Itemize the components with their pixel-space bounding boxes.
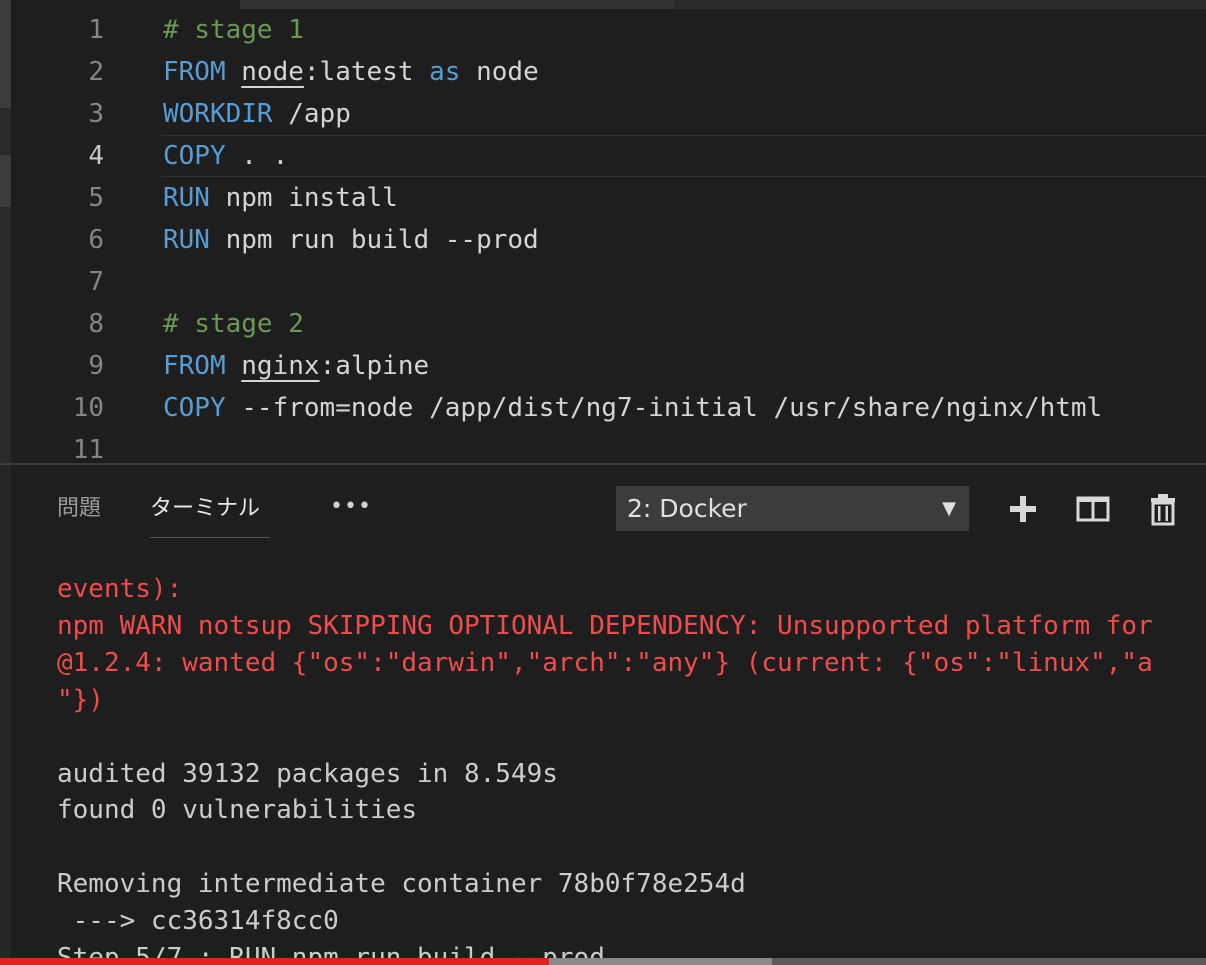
line-number: 1: [88, 15, 104, 45]
code-editor[interactable]: 1 # stage 1 2 FROM node:latest as node 3 WORK…: [0, 0, 1206, 463]
line-number: 10: [72, 393, 104, 423]
editor-tab-strip: [240, 0, 1206, 9]
line-number: 2: [88, 57, 104, 87]
current-line-highlight: [161, 135, 1206, 177]
code-text: WORKDIR /app: [163, 93, 351, 135]
editor-tab-strip-segment: [240, 0, 674, 9]
video-progress-bar[interactable]: [0, 958, 1206, 965]
terminal-line-error: @1.2.4: wanted {"os":"darwin","arch":"an…: [57, 647, 1153, 678]
code-token: # stage 2: [163, 309, 304, 339]
code-text: # stage 2: [163, 303, 304, 345]
code-line[interactable]: 4 COPY . .: [0, 135, 1206, 177]
code-token: COPY: [163, 141, 226, 171]
panel-activity-strip: [0, 465, 11, 965]
plus-icon[interactable]: [1005, 491, 1041, 527]
terminal-line: ---> cc36314f8cc0: [57, 906, 339, 937]
code-token: RUN: [163, 183, 210, 213]
code-line[interactable]: 2 FROM node:latest as node: [0, 51, 1206, 93]
code-token: --from=node /app/dist/ng7-initial /usr/s…: [225, 393, 1103, 423]
active-tab-indicator: [150, 537, 270, 538]
code-token: :alpine: [319, 351, 430, 381]
trash-icon[interactable]: [1145, 491, 1181, 527]
chevron-down-icon: ▼: [942, 498, 956, 519]
line-number: 6: [88, 225, 104, 255]
terminal-line-error: npm WARN notsup SKIPPING OPTIONAL DEPEND…: [57, 610, 1153, 641]
code-token: node: [460, 57, 539, 87]
line-number: 3: [88, 99, 104, 129]
terminal-line: found 0 vulnerabilities: [57, 795, 418, 826]
line-number: 4: [88, 141, 104, 171]
code-text: RUN npm run build --prod: [163, 219, 539, 261]
code-text: COPY --from=node /app/dist/ng7-initial /…: [163, 387, 1102, 429]
terminal-line-error: "}): [57, 684, 104, 715]
terminal-selector-value: 2: Docker: [627, 494, 747, 523]
terminal-line: audited 39132 packages in 8.549s: [57, 758, 558, 789]
more-tabs-button[interactable]: •••: [330, 492, 372, 526]
code-text: RUN npm install: [163, 177, 398, 219]
code-token: . .: [225, 141, 289, 171]
line-number: 11: [72, 435, 104, 463]
code-token: npm run build --prod: [209, 225, 539, 255]
code-line[interactable]: 9 FROM nginx:alpine: [0, 345, 1206, 387]
code-token: FROM: [163, 57, 226, 87]
code-token: FROM: [163, 351, 226, 381]
line-number: 7: [88, 267, 104, 297]
split-terminal-icon[interactable]: [1075, 491, 1111, 527]
code-line[interactable]: 6 RUN npm run build --prod: [0, 219, 1206, 261]
terminal-line-error: events):: [57, 574, 183, 604]
code-token: /app: [272, 99, 351, 129]
code-token: as: [429, 57, 461, 87]
terminal-line: Removing intermediate container 78b0f78e…: [57, 869, 746, 900]
code-line[interactable]: 7: [0, 261, 1206, 303]
code-text: FROM node:latest as node: [163, 51, 539, 93]
code-line[interactable]: 10 COPY --from=node /app/dist/ng7-initial…: [0, 387, 1206, 429]
terminal-selector[interactable]: 2: Docker ▼: [616, 486, 969, 531]
code-line[interactable]: 5 RUN npm install: [0, 177, 1206, 219]
code-line[interactable]: 8 # stage 2: [0, 303, 1206, 345]
code-token: WORKDIR: [163, 99, 273, 129]
tab-terminal[interactable]: ターミナル: [150, 492, 260, 526]
code-token: RUN: [163, 225, 210, 255]
code-token: npm install: [209, 183, 398, 213]
code-text: COPY . .: [163, 135, 288, 177]
code-token: :latest: [303, 57, 430, 87]
line-number: 5: [88, 183, 104, 213]
code-token: node: [241, 57, 304, 87]
code-line[interactable]: 3 WORKDIR /app: [0, 93, 1206, 135]
video-played-bar: [0, 958, 549, 965]
code-token: nginx: [241, 351, 320, 381]
tab-problems[interactable]: 問題: [57, 492, 101, 526]
code-text: FROM nginx:alpine: [163, 345, 429, 387]
code-line[interactable]: 1 # stage 1: [0, 9, 1206, 51]
code-token: COPY: [163, 393, 226, 423]
line-number: 8: [88, 309, 104, 339]
bottom-panel: 問題 ターミナル ••• 2: Docker ▼ events): npm WAR…: [0, 463, 1206, 965]
code-line[interactable]: 11: [0, 429, 1206, 463]
line-number: 9: [88, 351, 104, 381]
code-token: # stage 1: [163, 15, 304, 45]
code-text: # stage 1: [163, 9, 304, 51]
